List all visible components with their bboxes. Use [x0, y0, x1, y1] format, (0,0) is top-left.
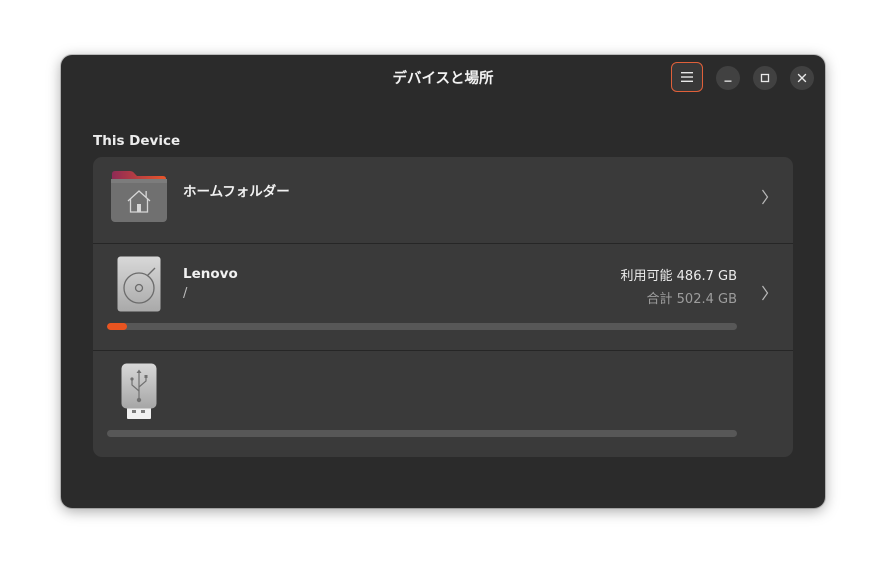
available-space: 利用可能 486.7 GB	[620, 269, 737, 284]
device-row-lenovo[interactable]: Lenovo / 利用可能 486.7 GB 合計 502.4 GB	[93, 244, 793, 350]
total-space: 合計 502.4 GB	[646, 292, 737, 307]
main-menu-button[interactable]	[671, 62, 703, 92]
section-label-this-device: This Device	[93, 133, 181, 149]
device-name: ホームフォルダー	[183, 184, 290, 200]
close-icon	[797, 73, 807, 83]
minimize-icon	[724, 80, 732, 82]
disk-usage-bar	[107, 430, 737, 437]
disk-usage-bar	[107, 323, 737, 330]
chevron-right-icon	[762, 189, 769, 205]
device-mount-path: /	[183, 286, 188, 301]
close-button[interactable]	[790, 66, 814, 90]
maximize-icon	[760, 73, 770, 83]
devices-window: デバイスと場所 This Device ホームフォルダー Lenovo / 利用…	[61, 55, 825, 508]
device-row-home[interactable]: ホームフォルダー	[93, 157, 793, 243]
hamburger-menu-icon	[681, 72, 693, 82]
home-folder-icon	[111, 171, 167, 222]
hard-disk-icon	[117, 256, 161, 312]
device-row-usb[interactable]	[93, 351, 793, 457]
minimize-button[interactable]	[716, 66, 740, 90]
chevron-right-icon	[762, 285, 769, 301]
title-bar[interactable]: デバイスと場所	[61, 55, 825, 101]
device-list: ホームフォルダー Lenovo / 利用可能 486.7 GB 合計 502.4…	[93, 157, 793, 457]
disk-usage-fill	[107, 323, 127, 330]
maximize-button[interactable]	[753, 66, 777, 90]
usb-drive-icon	[121, 363, 157, 419]
window-title: デバイスと場所	[392, 71, 494, 87]
device-name: Lenovo	[183, 266, 238, 282]
